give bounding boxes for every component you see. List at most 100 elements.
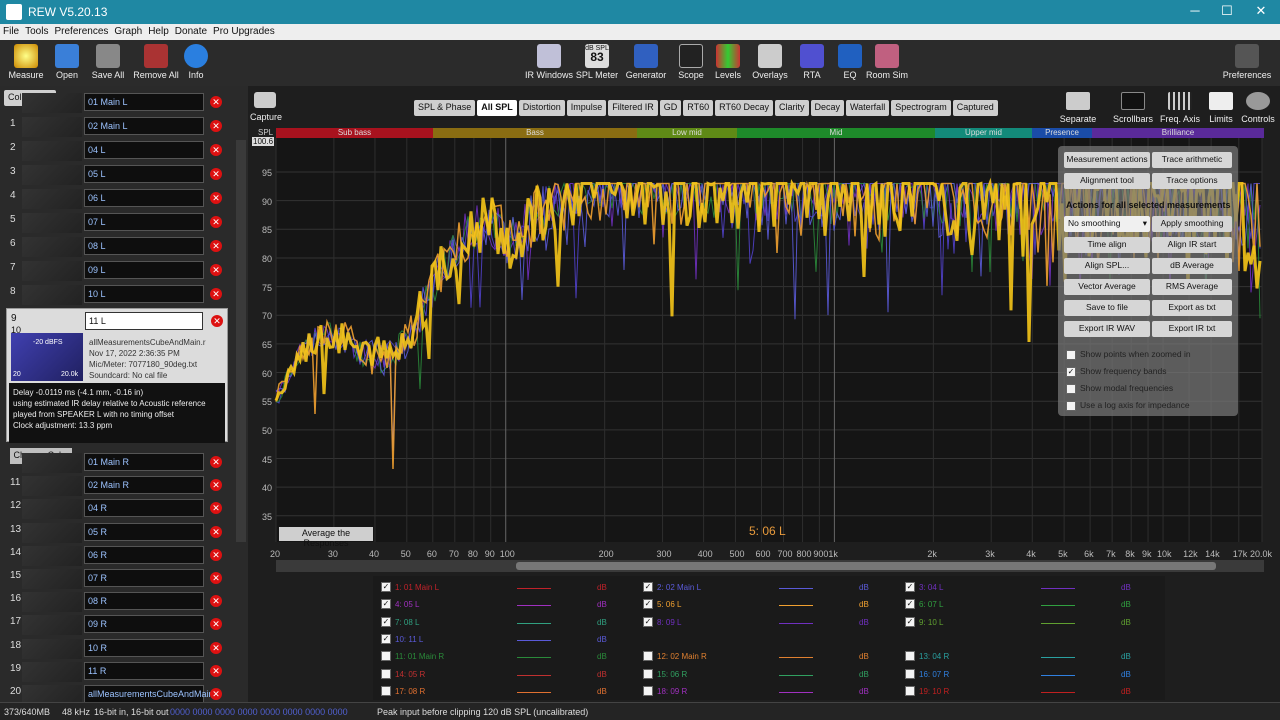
- legend-item[interactable]: 15: 06 R dB: [639, 667, 889, 681]
- menu-preferences[interactable]: Preferences: [51, 24, 111, 39]
- tab-spectrogram[interactable]: Spectrogram: [891, 100, 951, 116]
- measurement-row[interactable]: 3 05 L ✕: [6, 164, 228, 186]
- align-spl-button[interactable]: Align SPL...: [1064, 258, 1150, 274]
- measurement-name[interactable]: 07 L: [84, 213, 204, 231]
- tab-gd[interactable]: GD: [659, 100, 682, 116]
- checkbox-unchecked[interactable]: [1066, 383, 1076, 394]
- measurement-row[interactable]: 8 10 L ✕: [6, 284, 228, 306]
- legend-db-button[interactable]: dB: [859, 652, 869, 661]
- measurement-name[interactable]: 08 R: [84, 592, 204, 611]
- delete-measurement-icon[interactable]: ✕: [210, 664, 222, 677]
- measurement-actions-button[interactable]: Measurement actions: [1064, 152, 1150, 168]
- menu-help[interactable]: Help: [145, 24, 172, 39]
- legend-item[interactable]: 12: 02 Main R dB: [639, 649, 889, 663]
- legend-checkbox[interactable]: ✓: [643, 616, 653, 627]
- legend-db-button[interactable]: dB: [597, 583, 607, 592]
- average-responses-button[interactable]: Average the Responses: [279, 527, 373, 548]
- legend-checkbox[interactable]: ✓: [381, 599, 391, 610]
- align-ir-start-button[interactable]: Align IR start: [1152, 237, 1232, 253]
- delete-measurement-icon[interactable]: ✕: [210, 216, 222, 228]
- measurement-row[interactable]: 7 09 L ✕: [6, 260, 228, 282]
- time-align-button[interactable]: Time align: [1064, 237, 1150, 253]
- show-modal-frequencies-checkbox[interactable]: Show modal frequencies: [1066, 383, 1173, 394]
- export-ir-wav-button[interactable]: Export IR WAV: [1064, 321, 1150, 337]
- measurement-row[interactable]: 17 09 R ✕: [6, 614, 228, 636]
- room-sim-button[interactable]: Room Sim: [862, 44, 912, 80]
- legend-checkbox[interactable]: ✓: [905, 582, 915, 592]
- legend-item[interactable]: 18: 09 R dB: [639, 684, 889, 698]
- delete-measurement-icon[interactable]: ✕: [210, 264, 222, 276]
- measurement-row[interactable]: 6 08 L ✕: [6, 236, 228, 258]
- legend-db-button[interactable]: dB: [859, 600, 869, 609]
- trace-options-button[interactable]: Trace options: [1152, 173, 1232, 189]
- legend-checkbox[interactable]: ✓: [905, 616, 915, 627]
- save-to-file-button[interactable]: Save to file: [1064, 300, 1150, 316]
- controls-button[interactable]: Controls: [1238, 92, 1278, 124]
- measurement-row[interactable]: 11 02 Main R ✕: [6, 475, 228, 497]
- legend-checkbox[interactable]: ✓: [381, 582, 391, 592]
- legend-db-button[interactable]: dB: [859, 670, 869, 679]
- measurement-name[interactable]: 06 R: [84, 545, 204, 564]
- measurement-row[interactable]: 5 07 L ✕: [6, 212, 228, 234]
- measurement-row[interactable]: 16 08 R ✕: [6, 591, 228, 613]
- save-all-button[interactable]: Save All: [83, 44, 133, 80]
- show-frequency-bands-checkbox[interactable]: ✓ Show frequency bands: [1066, 366, 1166, 377]
- close-button[interactable]: ✕: [1246, 3, 1276, 19]
- measurement-row[interactable]: 01 Main L ✕: [6, 92, 228, 114]
- measurement-row[interactable]: 2 04 L ✕: [6, 140, 228, 162]
- legend-item[interactable]: ✓ 10: 11 L dB: [377, 632, 627, 646]
- measurement-name[interactable]: 02 Main R: [84, 476, 204, 495]
- generator-button[interactable]: Generator: [621, 44, 671, 80]
- legend-checkbox[interactable]: [905, 668, 915, 679]
- rms-average-button[interactable]: RMS Average: [1152, 279, 1232, 295]
- legend-db-button[interactable]: dB: [1121, 600, 1131, 609]
- log-axis-impedance-checkbox[interactable]: Use a log axis for impedance: [1066, 400, 1190, 411]
- menu-file[interactable]: File: [0, 24, 22, 39]
- tab-decay[interactable]: Decay: [810, 100, 845, 116]
- legend-checkbox[interactable]: ✓: [643, 582, 653, 592]
- legend-db-button[interactable]: dB: [1121, 618, 1131, 627]
- preferences-button[interactable]: Preferences: [1222, 44, 1272, 80]
- legend-db-button[interactable]: dB: [597, 600, 607, 609]
- tab-distortion[interactable]: Distortion: [518, 100, 565, 116]
- legend-db-button[interactable]: dB: [597, 618, 607, 627]
- separate-button[interactable]: Separate: [1058, 92, 1098, 124]
- measurement-row[interactable]: 19 11 R ✕: [6, 661, 228, 683]
- delete-measurement-icon[interactable]: ✕: [210, 168, 222, 180]
- legend-item[interactable]: 14: 05 R dB: [377, 667, 627, 681]
- tab-rt60-decay[interactable]: RT60 Decay: [715, 100, 773, 116]
- tab-all-spl[interactable]: All SPL: [477, 100, 517, 116]
- smoothing-select[interactable]: No smoothing ▾: [1064, 216, 1150, 232]
- legend-db-button[interactable]: dB: [1121, 652, 1131, 661]
- export-ir-txt-button[interactable]: Export IR txt: [1152, 321, 1232, 337]
- scrollbar-thumb[interactable]: [516, 562, 1216, 570]
- measurement-name[interactable]: 09 L: [84, 261, 204, 279]
- legend-item[interactable]: ✓ 5: 06 L dB: [639, 597, 889, 611]
- export-as-txt-button[interactable]: Export as txt: [1152, 300, 1232, 316]
- measurement-name[interactable]: 01 Main R: [84, 453, 204, 471]
- delete-measurement-icon[interactable]: ✕: [210, 502, 222, 515]
- capture-button[interactable]: Capture: [250, 92, 282, 122]
- legend-item[interactable]: ✓ 4: 05 L dB: [377, 597, 627, 611]
- measurement-name[interactable]: 06 L: [84, 189, 204, 207]
- measurement-name[interactable]: 10 R: [84, 638, 204, 657]
- menu-pro-upgrades[interactable]: Pro Upgrades: [210, 24, 278, 39]
- menu-donate[interactable]: Donate: [172, 24, 210, 39]
- delete-measurement-icon[interactable]: ✕: [210, 120, 222, 132]
- limits-button[interactable]: Limits: [1201, 92, 1241, 124]
- legend-item[interactable]: ✓ 3: 04 L dB: [901, 580, 1151, 594]
- info-button[interactable]: Info: [171, 44, 221, 80]
- legend-item[interactable]: ✓ 2: 02 Main L dB: [639, 580, 889, 594]
- delete-measurement-icon[interactable]: ✕: [210, 479, 222, 492]
- ir-windows-button[interactable]: IR Windows: [524, 44, 574, 80]
- tab-spl-phase[interactable]: SPL & Phase: [414, 100, 476, 116]
- tab-waterfall[interactable]: Waterfall: [846, 100, 890, 116]
- legend-db-button[interactable]: dB: [859, 618, 869, 627]
- delete-measurement-icon[interactable]: ✕: [210, 288, 222, 300]
- checkbox-unchecked[interactable]: [1066, 349, 1076, 360]
- legend-item[interactable]: 19: 10 R dB: [901, 684, 1151, 698]
- legend-item[interactable]: ✓ 8: 09 L dB: [639, 615, 889, 629]
- freq-axis-button[interactable]: Freq. Axis: [1160, 92, 1200, 124]
- measurement-name[interactable]: 04 R: [84, 499, 204, 518]
- legend-checkbox[interactable]: [381, 685, 391, 696]
